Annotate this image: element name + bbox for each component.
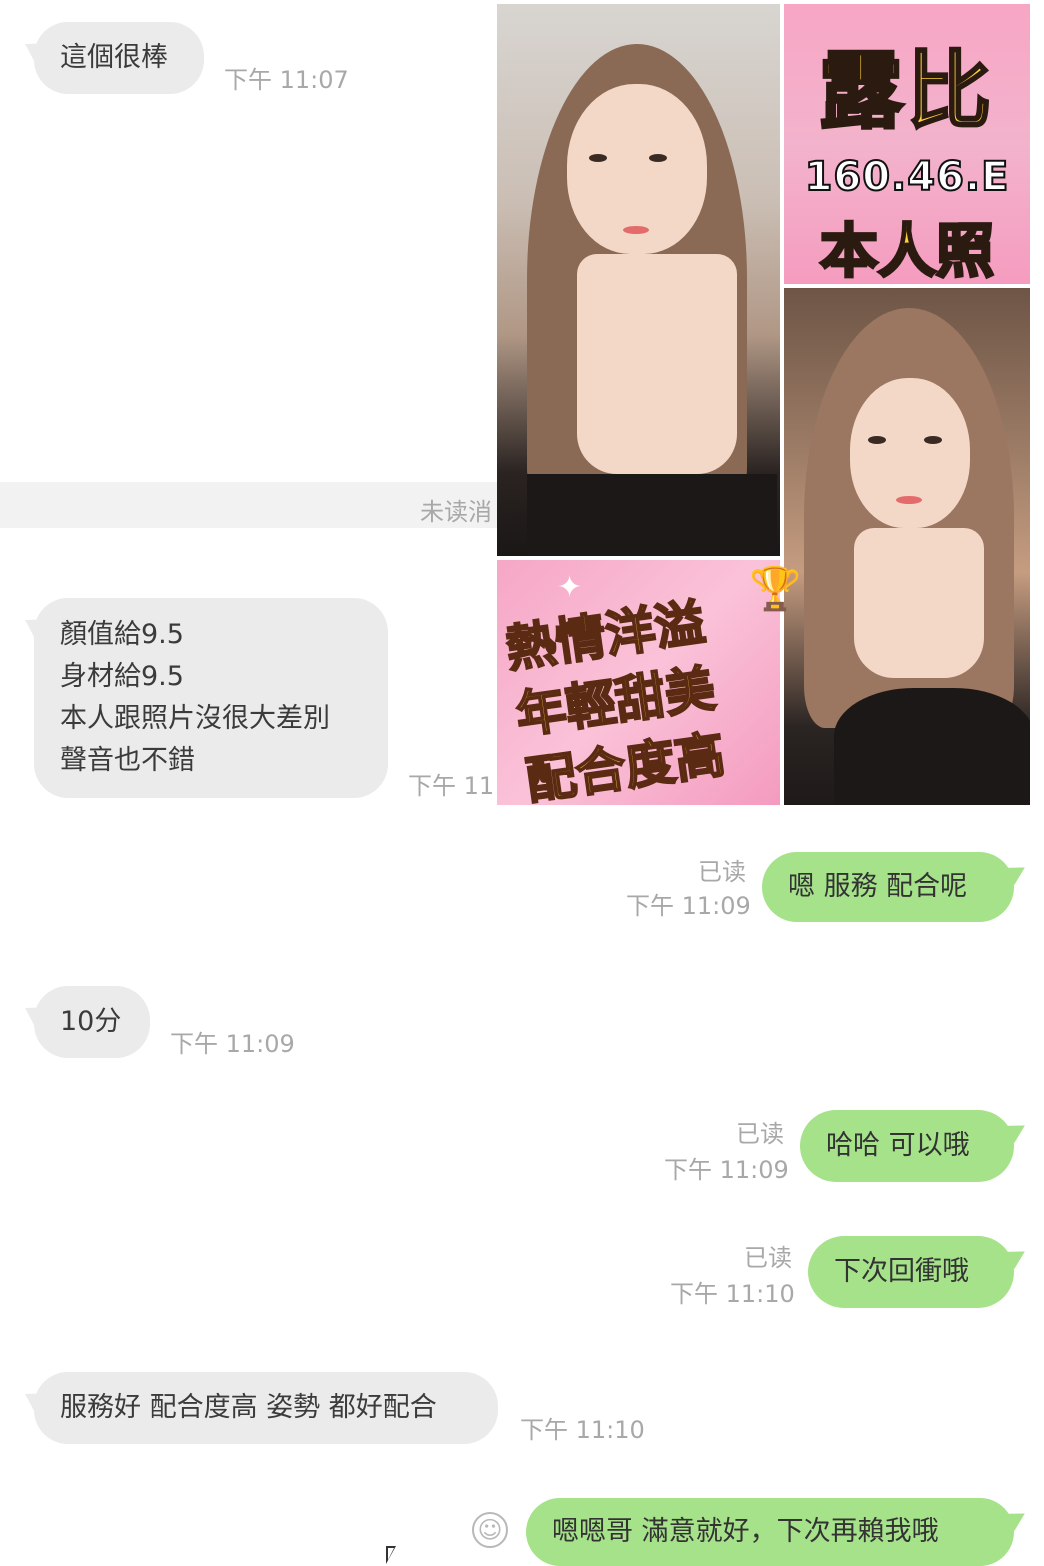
- message-text: 10分: [60, 1006, 122, 1037]
- outgoing-message-bubble[interactable]: 嗯 服務 配合呢: [762, 852, 1014, 922]
- promo-stats: 160.46.E: [804, 153, 1010, 201]
- incoming-message-bubble[interactable]: 10分: [34, 986, 150, 1058]
- promo-name-panel: 露比 160.46.E 本人照: [784, 4, 1030, 287]
- outgoing-message-bubble[interactable]: 哈哈 可以哦: [800, 1110, 1014, 1182]
- message-line: 本人跟照片沒很大差別: [60, 703, 330, 734]
- message-line: 聲音也不錯: [60, 745, 195, 776]
- incoming-message-bubble[interactable]: 顏值給9.5 身材給9.5 本人跟照片沒很大差別 聲音也不錯: [34, 598, 388, 798]
- outgoing-message-bubble[interactable]: 下次回衝哦: [808, 1236, 1014, 1308]
- smiley-icon[interactable]: ☺: [472, 1512, 508, 1548]
- message-timestamp: 下午 11: [408, 772, 495, 800]
- message-line: 身材給9.5: [60, 661, 184, 692]
- read-receipt: 已读: [736, 1120, 784, 1148]
- trophy-icon: 🏆: [749, 564, 802, 613]
- unread-divider: 未读消: [0, 482, 500, 528]
- promo-name: 露比: [817, 41, 995, 142]
- mouse-cursor-icon: [386, 1546, 396, 1564]
- promo-selfie-label: 本人照: [818, 216, 995, 287]
- message-timestamp: 下午 11:07: [224, 66, 349, 94]
- read-receipt: 已读: [698, 858, 746, 886]
- message-text: 嗯嗯哥 滿意就好，下次再賴我哦: [552, 1516, 939, 1547]
- promo-collage-image[interactable]: 露比 160.46.E 本人照 ✦ 🏆 熱情洋溢 年輕甜美 配合度高: [497, 4, 1030, 812]
- message-timestamp: 下午 11:09: [170, 1030, 295, 1058]
- unread-label: 未读消: [420, 498, 492, 526]
- message-text: 嗯 服務 配合呢: [788, 871, 968, 902]
- message-timestamp: 下午 11:10: [520, 1416, 645, 1444]
- incoming-message-bubble[interactable]: 服務好 配合度高 姿勢 都好配合: [34, 1372, 498, 1444]
- photo-left: [497, 4, 780, 556]
- message-timestamp: 下午 11:09: [664, 1156, 789, 1184]
- outgoing-message-bubble[interactable]: 嗯嗯哥 滿意就好，下次再賴我哦: [526, 1498, 1014, 1566]
- message-text: 服務好 配合度高 姿勢 都好配合: [60, 1392, 437, 1423]
- message-timestamp: 下午 11:09: [626, 892, 751, 920]
- message-text: 這個很棒: [60, 42, 168, 73]
- read-receipt: 已读: [744, 1244, 792, 1272]
- message-text: 下次回衝哦: [834, 1256, 969, 1287]
- promo-tags-panel: ✦ 🏆 熱情洋溢 年輕甜美 配合度高: [497, 560, 801, 812]
- incoming-message-bubble[interactable]: 這個很棒: [34, 22, 204, 94]
- photo-right: [784, 288, 1030, 805]
- message-line: 顏值給9.5: [60, 619, 184, 650]
- message-text: 哈哈 可以哦: [826, 1130, 970, 1161]
- message-timestamp: 下午 11:10: [670, 1280, 795, 1308]
